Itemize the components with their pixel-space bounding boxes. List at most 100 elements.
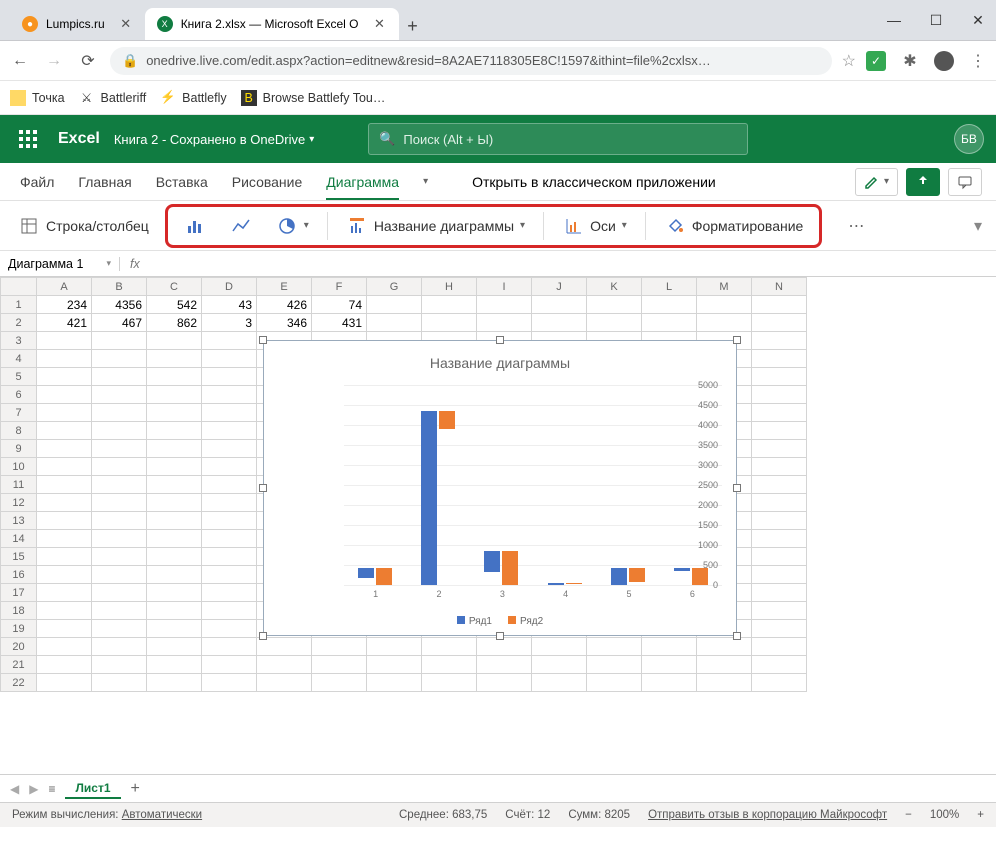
bookmarks-bar: Точка ⚔Battleriff ⚡Battlefly BBrowse Bat… (0, 81, 996, 115)
url-text: onedrive.live.com/edit.aspx?action=editn… (146, 53, 711, 68)
bookmark[interactable]: Точка (10, 90, 65, 106)
ellipsis-icon: ⋯ (848, 216, 864, 236)
pie-chart-type-button[interactable]: ▾ (270, 211, 315, 241)
close-icon[interactable]: ✕ (968, 12, 988, 29)
resize-handle[interactable] (259, 632, 267, 640)
favicon-icon: X (157, 16, 173, 32)
next-sheet-icon[interactable]: ▶ (29, 782, 38, 796)
chart-title-icon (346, 215, 368, 237)
resize-handle[interactable] (733, 632, 741, 640)
tab-title: Lumpics.ru (46, 17, 105, 31)
calc-mode: Режим вычисления: Автоматически (12, 809, 202, 821)
address-bar: ← → ⟳ 🔒 onedrive.live.com/edit.aspx?acti… (0, 41, 996, 81)
bookmark[interactable]: ⚔Battleriff (79, 90, 147, 106)
tab-draw[interactable]: Рисование (232, 174, 303, 190)
star-icon[interactable]: ☆ (842, 51, 856, 71)
resize-handle[interactable] (259, 484, 267, 492)
extension-icon[interactable]: ✱ (900, 51, 920, 71)
tab-insert[interactable]: Вставка (156, 174, 208, 190)
chevron-down-icon[interactable]: ▾ (423, 176, 428, 187)
open-in-desktop[interactable]: Открыть в классическом приложении (472, 174, 716, 190)
bookmark-icon: ⚡ (160, 90, 176, 106)
bookmark-icon: ⚔ (79, 90, 95, 106)
browser-tab[interactable]: X Книга 2.xlsx — Microsoft Excel O ✕ (145, 8, 399, 40)
resize-handle[interactable] (259, 336, 267, 344)
ribbon-tabs: Файл Главная Вставка Рисование Диаграмма… (0, 163, 996, 201)
new-tab-button[interactable]: + (399, 12, 427, 40)
comment-icon (957, 174, 973, 190)
bar-chart-type-button[interactable] (178, 211, 212, 241)
minimize-icon[interactable]: — (884, 12, 904, 29)
chart-title-button[interactable]: Название диаграммы ▾ (340, 211, 531, 241)
document-title[interactable]: Книга 2 - Сохранено в OneDrive ▾ (114, 132, 314, 147)
search-input[interactable]: 🔍 Поиск (Alt + Ы) (368, 123, 748, 155)
add-sheet-button[interactable]: + (131, 780, 140, 798)
chevron-down-icon: ▾ (884, 176, 889, 187)
maximize-icon[interactable]: ☐ (926, 12, 946, 29)
chevron-down-icon: ▾ (106, 258, 111, 269)
zoom-in-button[interactable]: + (977, 809, 984, 821)
avatar[interactable]: БВ (954, 124, 984, 154)
formula-bar: Диаграмма 1 ▾ fx (0, 251, 996, 277)
close-tab-icon[interactable]: ✕ (373, 17, 387, 31)
chevron-down-icon: ▾ (520, 220, 525, 231)
chevron-down-icon[interactable]: ▾ (974, 216, 982, 236)
divider (327, 212, 328, 240)
fx-label: fx (120, 257, 150, 271)
tab-chart[interactable]: Диаграмма (326, 174, 399, 190)
profile-avatar-icon[interactable] (934, 51, 954, 71)
menu-icon[interactable]: ⋮ (968, 51, 988, 71)
feedback-link[interactable]: Отправить отзыв в корпорацию Майкрософт (648, 809, 887, 821)
extension-icon[interactable]: ✓ (866, 51, 886, 71)
share-icon (915, 174, 931, 190)
chart-plot-area: 0500100015002000250030003500400045005000… (308, 385, 722, 585)
status-average: Среднее: 683,75 (399, 809, 487, 821)
sheet-tab[interactable]: Лист1 (65, 779, 120, 799)
name-box[interactable]: Диаграмма 1 ▾ (0, 257, 120, 271)
line-chart-type-button[interactable] (224, 211, 258, 241)
line-chart-icon (230, 215, 252, 237)
tab-file[interactable]: Файл (20, 174, 54, 190)
legend-item: Ряд1 (457, 616, 492, 627)
reload-button[interactable]: ⟳ (76, 49, 100, 73)
browser-chrome: ● Lumpics.ru ✕ X Книга 2.xlsx — Microsof… (0, 0, 996, 41)
resize-handle[interactable] (496, 632, 504, 640)
formatting-button[interactable]: Форматирование (658, 211, 810, 241)
divider (543, 212, 544, 240)
chart-object[interactable]: Название диаграммы 050010001500200025003… (263, 340, 737, 636)
legend-item: Ряд2 (508, 616, 543, 627)
table-icon (18, 215, 40, 237)
highlighted-tools: ▾ Название диаграммы ▾ Оси ▾ Форматирова… (165, 204, 823, 248)
comments-button[interactable] (948, 168, 982, 196)
status-sum: Сумм: 8205 (568, 809, 630, 821)
paint-bucket-icon (664, 215, 686, 237)
search-icon: 🔍 (379, 131, 395, 147)
tab-home[interactable]: Главная (78, 174, 131, 190)
all-sheets-icon[interactable]: ≡ (48, 782, 55, 796)
url-input[interactable]: 🔒 onedrive.live.com/edit.aspx?action=edi… (110, 47, 832, 75)
resize-handle[interactable] (733, 484, 741, 492)
forward-button[interactable]: → (42, 49, 66, 73)
window-controls: — ☐ ✕ (884, 12, 988, 29)
resize-handle[interactable] (733, 336, 741, 344)
browser-tab[interactable]: ● Lumpics.ru ✕ (10, 8, 145, 40)
favicon-icon: ● (22, 16, 38, 32)
editing-mode-button[interactable]: ▾ (855, 168, 898, 196)
close-tab-icon[interactable]: ✕ (119, 17, 133, 31)
prev-sheet-icon[interactable]: ◀ (10, 782, 19, 796)
bookmark[interactable]: BBrowse Battlefy Tou… (241, 90, 386, 106)
app-launcher-icon[interactable] (12, 123, 44, 155)
zoom-out-button[interactable]: − (905, 809, 912, 821)
worksheet[interactable]: ABCDEFGHIJKLMN12344356542434267424214678… (0, 277, 996, 775)
axes-button[interactable]: Оси ▾ (556, 211, 633, 241)
share-button[interactable] (906, 168, 940, 196)
chart-title: Название диаграммы (264, 355, 736, 371)
back-button[interactable]: ← (8, 49, 32, 73)
divider (645, 212, 646, 240)
status-count: Счёт: 12 (505, 809, 550, 821)
switch-row-column-button[interactable]: Строка/столбец (12, 211, 155, 241)
bookmark[interactable]: ⚡Battlefly (160, 90, 226, 106)
resize-handle[interactable] (496, 336, 504, 344)
zoom-level: 100% (930, 809, 959, 821)
more-options-button[interactable]: ⋯ (842, 212, 870, 240)
